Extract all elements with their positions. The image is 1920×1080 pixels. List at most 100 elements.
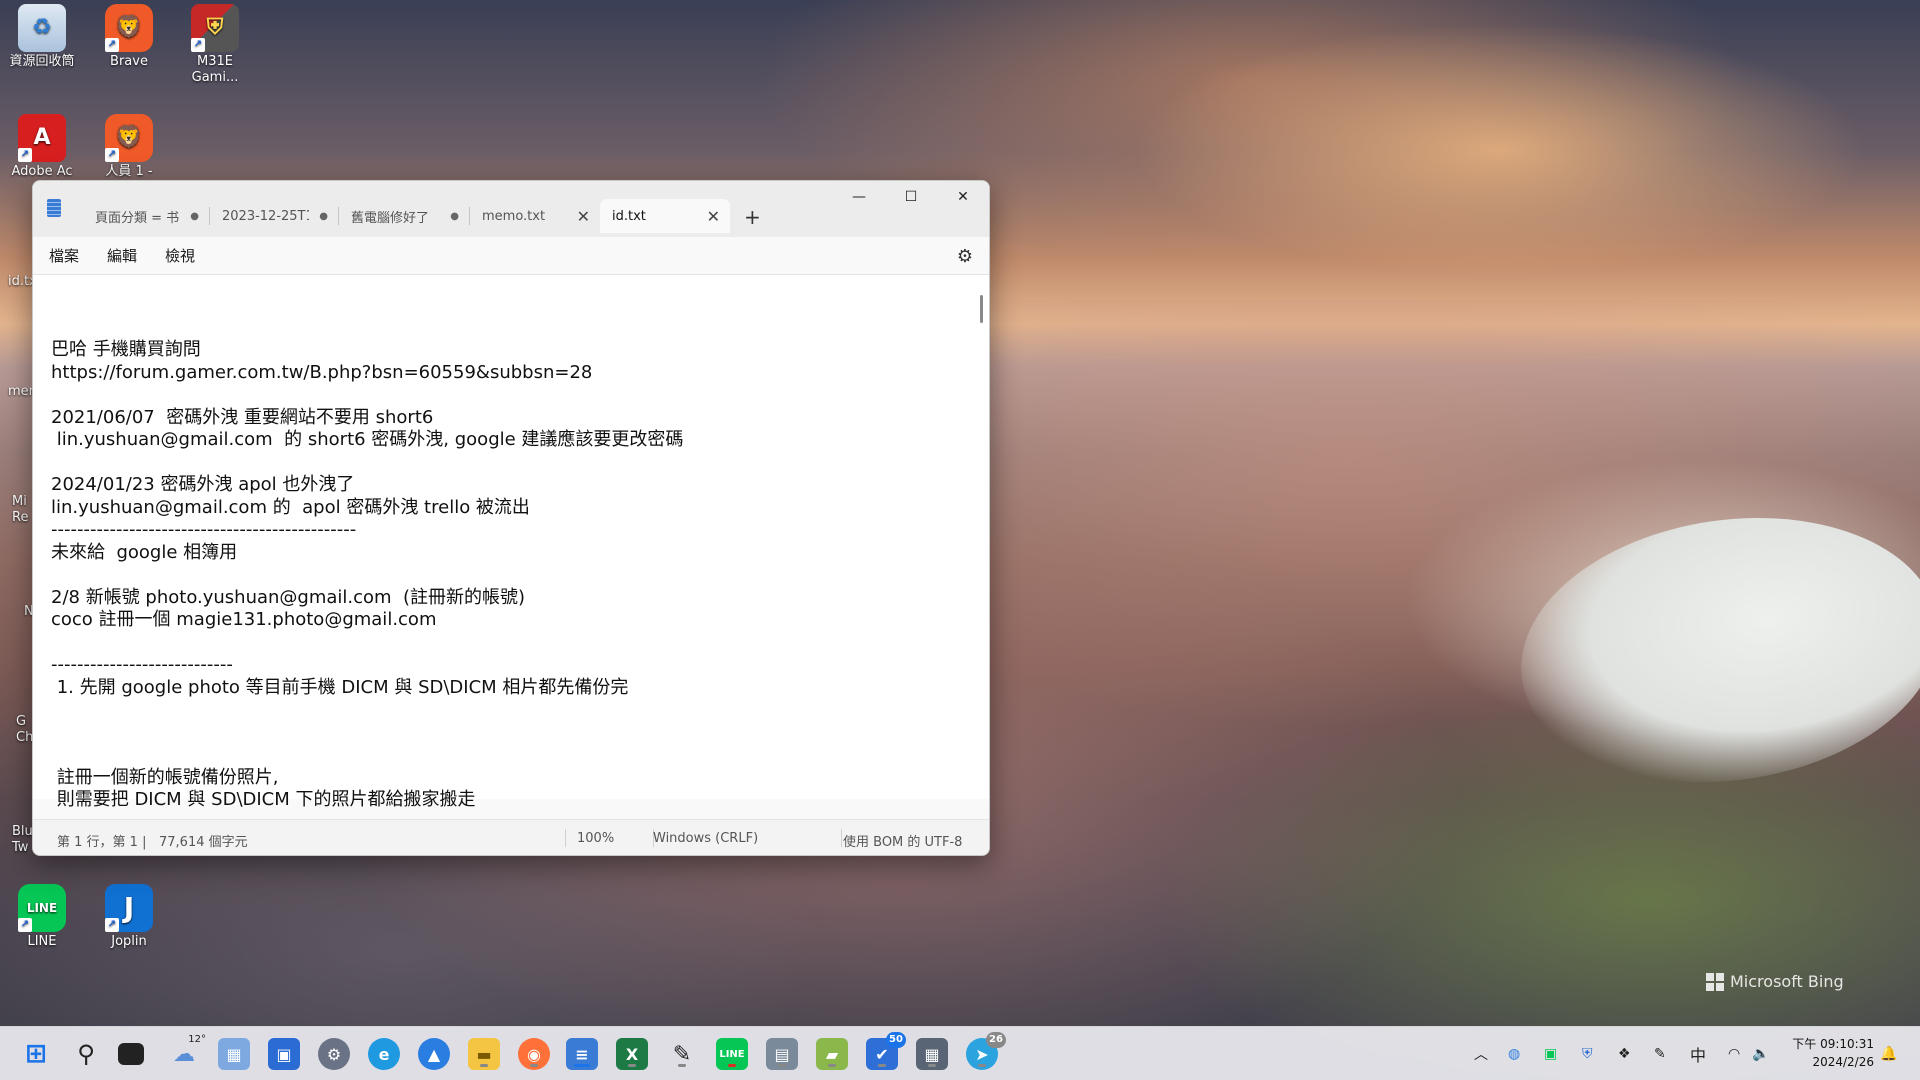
running-indicator [828, 1064, 836, 1067]
status-separator [565, 829, 566, 847]
notepad-taskbar-icon[interactable]: ≡ [566, 1038, 598, 1070]
unsaved-dot-icon: ● [190, 210, 199, 222]
tray-network-globe-icon[interactable]: ◍ [1508, 1027, 1520, 1080]
desktop-icon-brave-profile[interactable]: 🦁 ↗ 人員 1 - [89, 114, 169, 180]
telegram-icon[interactable]: ➤ 26 [966, 1032, 1006, 1070]
notification-bell-icon[interactable]: 🔔 [1880, 1027, 1897, 1080]
app-ghost-icon[interactable]: ✎ [666, 1038, 698, 1070]
desktop-icon-line[interactable]: LINE ↗ LINE [2, 884, 82, 950]
desktop-icon-label-partial[interactable]: mer [8, 384, 34, 399]
start-windows-icon[interactable]: ⊞ [20, 1038, 52, 1070]
desktop-icon-label: 人員 1 - [105, 164, 153, 179]
shortcut-arrow-icon: ↗ [105, 148, 119, 162]
maximize-button[interactable]: ☐ [885, 181, 937, 213]
notepad-app-icon [47, 199, 61, 217]
status-char-count: 77,614 個字元 [159, 835, 248, 850]
settings-gear-icon[interactable]: ⚙ [957, 246, 973, 267]
tab-page-category[interactable]: 頁面分類 = 书 ● [83, 199, 209, 233]
joplin-icon: J ↗ [105, 884, 153, 932]
window-controls: — ☐ ✕ [833, 181, 989, 213]
desktop-icon-adobe[interactable]: A ↗ Adobe Ac [2, 114, 82, 180]
desktop-icon-label-partial[interactable]: Blu Tw [12, 824, 33, 856]
vertical-scrollbar[interactable] [980, 295, 983, 323]
running-indicator [480, 1064, 488, 1067]
maps-icon[interactable]: ▰ [816, 1038, 848, 1070]
tray-line-icon[interactable]: ▣ [1544, 1027, 1557, 1080]
desktop-icon-m31e[interactable]: ⛨ ↗ M31E Gami... [175, 4, 255, 86]
tab-old-computer[interactable]: 舊電腦修好了 ● [339, 199, 469, 233]
menu-view[interactable]: 檢視 [165, 245, 195, 266]
editor-content[interactable]: 巴哈 手機購買詢問 https://forum.gamer.com.tw/B.p… [51, 339, 683, 812]
calculator-icon[interactable]: ▦ [916, 1038, 948, 1070]
title-bar[interactable]: 頁面分類 = 书 ● 2023-12-25T1 ● 舊電腦修好了 ● memo.… [33, 181, 989, 237]
notepad-window[interactable]: 頁面分類 = 书 ● 2023-12-25T1 ● 舊電腦修好了 ● memo.… [32, 180, 990, 856]
brave-icon: 🦁 ↗ [105, 4, 153, 52]
todo-icon[interactable]: ✔ 50 [866, 1032, 906, 1070]
weather-icon[interactable]: ☁ 12° [168, 1034, 206, 1070]
excel-icon[interactable]: X [616, 1038, 648, 1070]
running-indicator [678, 1064, 686, 1067]
tab-label: memo.txt [482, 208, 546, 224]
menu-edit[interactable]: 編輯 [107, 245, 137, 266]
telegram-badge: 26 [986, 1032, 1006, 1048]
wifi-icon[interactable]: ◠ [1728, 1027, 1740, 1080]
desktop-icon-label: Joplin [111, 934, 147, 949]
line-taskbar-icon[interactable]: LINE [716, 1038, 748, 1070]
adobe-acrobat-icon: A ↗ [18, 114, 66, 162]
firefox-icon[interactable]: ◉ [518, 1038, 550, 1070]
shortcut-arrow-icon: ↗ [105, 38, 119, 52]
close-tab-icon[interactable]: ✕ [577, 207, 590, 226]
file-explorer-icon[interactable]: ▬ [468, 1038, 500, 1070]
text-editor[interactable]: 巴哈 手機購買詢問 https://forum.gamer.com.tw/B.p… [33, 275, 989, 810]
bing-watermark-text: Microsoft Bing [1730, 972, 1844, 991]
tab-2023-12-25[interactable]: 2023-12-25T1 ● [210, 199, 338, 233]
tab-id-txt[interactable]: id.txt ✕ [600, 199, 730, 233]
running-indicator [928, 1064, 936, 1067]
status-cursor-position: 第 1 行，第 1 | [57, 835, 147, 850]
status-zoom[interactable]: 100% [577, 831, 614, 846]
taskbar: ⊞ ⚲ ☁ 12° ▦ ▣ ⚙ e ▲ ▬ ◉ ≡ X ✎ LINE ▤ ▰ ✔… [0, 1026, 1920, 1080]
tab-label: 2023-12-25T1 [222, 208, 310, 224]
desktop-icon-recycle-bin[interactable]: ♻ 資源回收筒 [2, 4, 82, 70]
unsaved-dot-icon: ● [319, 210, 328, 222]
close-tab-icon[interactable]: ✕ [707, 207, 720, 226]
new-tab-button[interactable]: + [744, 205, 761, 237]
desktop-icon-label-partial[interactable]: Mi Re [12, 494, 30, 526]
task-view-icon[interactable] [118, 1043, 144, 1065]
active-indicator [574, 1064, 590, 1067]
todo-badge: 50 [886, 1032, 906, 1048]
azure-icon[interactable]: ▲ [418, 1038, 450, 1070]
edge-icon[interactable]: e [368, 1038, 400, 1070]
tray-app-icon[interactable]: ✎ [1654, 1027, 1666, 1080]
tray-overflow-chevron-icon[interactable]: ︿ [1474, 1027, 1488, 1080]
status-encoding[interactable]: 使用 BOM 的 UTF-8 [843, 831, 962, 850]
running-indicator [878, 1064, 886, 1067]
bing-watermark: Microsoft Bing [1706, 972, 1844, 991]
remote-desktop-icon[interactable]: ▤ [766, 1038, 798, 1070]
tray-dropbox-icon[interactable]: ❖ [1618, 1027, 1631, 1080]
store-icon[interactable]: ▣ [268, 1038, 300, 1070]
desktop-icon-brave[interactable]: 🦁 ↗ Brave [89, 4, 169, 70]
settings-icon[interactable]: ⚙ [318, 1038, 350, 1070]
status-bar: 第 1 行，第 1 | 77,614 個字元 100% Windows (CRL… [33, 819, 989, 855]
photos-icon[interactable]: ▦ [218, 1038, 250, 1070]
tray-ime-indicator[interactable]: 中 [1690, 1027, 1706, 1080]
clock-time: 下午 09:10:31 [1792, 1037, 1874, 1051]
volume-icon[interactable]: 🔈 [1752, 1027, 1769, 1080]
close-window-button[interactable]: ✕ [937, 181, 989, 213]
desktop-icon-joplin[interactable]: J ↗ Joplin [89, 884, 169, 950]
status-line-ending[interactable]: Windows (CRLF) [653, 831, 758, 846]
unsaved-dot-icon: ● [450, 210, 459, 222]
running-indicator [728, 1064, 736, 1067]
minimize-button[interactable]: — [833, 181, 885, 213]
brave-profile-icon: 🦁 ↗ [105, 114, 153, 162]
menu-file[interactable]: 檔案 [49, 245, 79, 266]
status-separator [841, 829, 842, 847]
desktop-icon-label: 資源回收筒 [9, 54, 75, 69]
tab-memo-txt[interactable]: memo.txt ✕ [470, 199, 600, 233]
search-icon[interactable]: ⚲ [70, 1038, 102, 1070]
running-indicator [978, 1064, 986, 1067]
system-clock[interactable]: 下午 09:10:31 2024/2/26 [1792, 1035, 1874, 1071]
tab-label: id.txt [612, 208, 646, 224]
tray-security-icon[interactable]: ⛨ [1582, 1027, 1593, 1080]
